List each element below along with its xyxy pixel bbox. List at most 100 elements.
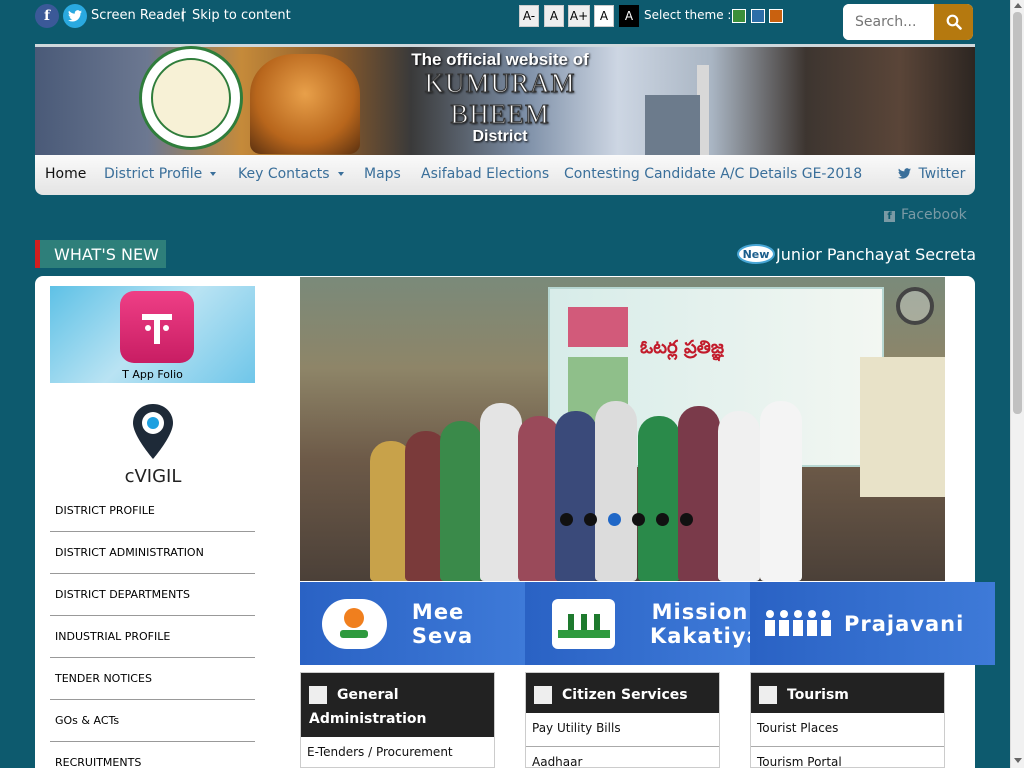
font-normal-button[interactable]: A — [544, 5, 564, 27]
nav-twitter-label: Twitter — [918, 166, 966, 182]
people-group — [360, 397, 880, 581]
mee-seva-logo-icon — [322, 598, 387, 649]
card-header: Citizen Services — [526, 673, 719, 713]
tile-mission-kakatiya-label: Mission Kakatiya — [650, 599, 762, 648]
screen-reader-link[interactable]: Screen Reader — [91, 8, 186, 23]
card-citizen-services: Citizen Services Pay Utility Bills Aadha… — [525, 672, 720, 768]
card-title: Tourism — [787, 687, 849, 703]
card-tourism: Tourism Tourist Places Tourism Portal — [750, 672, 945, 768]
banner-title: The official website of KUMURAM BHEEM Di… — [375, 50, 625, 146]
card-title: Citizen Services — [562, 687, 688, 703]
search-button[interactable] — [934, 4, 973, 40]
tiger-image — [250, 54, 360, 154]
nav-facebook[interactable]: f Facebook — [884, 207, 967, 223]
image-slider[interactable]: ఓటర్ల ప్రతిజ్ఞ — [300, 277, 945, 581]
facebook-icon[interactable]: f — [35, 4, 59, 28]
slider-dot[interactable] — [680, 513, 693, 526]
top-bar: f Screen Reader | Skip to content A- A A… — [0, 0, 1010, 44]
slider-dot[interactable] — [560, 513, 573, 526]
nav-district-profile[interactable]: District Profile — [104, 166, 217, 182]
caret-down-icon — [210, 172, 217, 176]
card-general-administration: General Administration E-Tenders / Procu… — [300, 672, 495, 768]
twitter-icon[interactable] — [63, 4, 87, 28]
nav-home[interactable]: Home — [45, 166, 86, 182]
service-tiles: Mee Seva Mission Kakatiya Prajavani — [300, 582, 995, 665]
people-chain-icon — [762, 604, 834, 644]
nav-facebook-label: Facebook — [901, 207, 967, 223]
tile-mee-seva[interactable]: Mee Seva — [300, 582, 525, 665]
sidebar-item-gos-acts[interactable]: GOs & ACTs — [50, 700, 255, 742]
header-banner: The official website of KUMURAM BHEEM Di… — [35, 44, 975, 155]
scrollbar-thumb[interactable] — [1013, 12, 1022, 414]
font-decrease-button[interactable]: A- — [519, 5, 539, 27]
card-link-pay-utility-bills[interactable]: Pay Utility Bills — [526, 713, 719, 747]
sidebar-item-district-profile[interactable]: DISTRICT PROFILE — [50, 490, 255, 532]
search-input[interactable] — [843, 4, 935, 40]
nav-key-contacts-label: Key Contacts — [238, 166, 330, 182]
slider-dots — [560, 513, 693, 526]
tourism-icon — [759, 686, 777, 704]
nav-key-contacts[interactable]: Key Contacts — [238, 166, 344, 182]
banner-stripe — [35, 44, 975, 47]
nav-asifabad-elections[interactable]: Asifabad Elections — [421, 166, 549, 182]
new-badge-icon: New — [737, 244, 775, 264]
nav-twitter[interactable]: Twitter — [898, 166, 965, 182]
twitter-icon — [898, 168, 911, 179]
caret-down-icon — [337, 172, 344, 176]
location-pin-icon — [133, 404, 173, 459]
sidebar-item-district-departments[interactable]: DISTRICT DEPARTMENTS — [50, 574, 255, 616]
search-box — [843, 4, 973, 40]
slider-dot[interactable] — [632, 513, 645, 526]
tile-prajavani[interactable]: Prajavani — [750, 582, 995, 665]
theme-label: Select theme : — [644, 8, 732, 22]
card-link-tourism-portal[interactable]: Tourism Portal — [751, 747, 944, 768]
tools-icon — [534, 686, 552, 704]
whats-new-title: WHAT'S NEW — [35, 240, 166, 268]
nav-contesting-candidate[interactable]: Contesting Candidate A/C Details GE-2018 — [564, 166, 862, 182]
card-link-tourist-places[interactable]: Tourist Places — [751, 713, 944, 747]
facebook-icon: f — [884, 211, 895, 222]
theme-orange-swatch[interactable] — [769, 9, 783, 23]
contrast-light-button[interactable]: A — [594, 5, 614, 27]
banner-line-1: The official website of — [411, 50, 589, 69]
separator: | — [181, 7, 186, 22]
font-increase-button[interactable]: A+ — [568, 5, 590, 27]
sidebar-item-industrial-profile[interactable]: INDUSTRIAL PROFILE — [50, 616, 255, 658]
page-scrollbar[interactable] — [1010, 0, 1024, 768]
mission-kakatiya-logo-icon — [552, 598, 615, 649]
power-plant — [645, 95, 700, 155]
cvigil-banner[interactable]: cVIGIL — [110, 400, 196, 490]
nav-maps[interactable]: Maps — [364, 166, 401, 182]
slider-dot[interactable] — [584, 513, 597, 526]
officer-icon — [309, 686, 327, 704]
pause-icon[interactable] — [896, 287, 934, 325]
theme-green-swatch[interactable] — [732, 9, 746, 23]
banner-line-2: KUMURAM BHEEM — [424, 68, 576, 130]
scroll-down-icon[interactable] — [1014, 758, 1022, 763]
slide-heading: ఓటర్ల ప్రతిజ్ఞ — [640, 337, 725, 358]
card-link-aadhaar[interactable]: Aadhaar — [526, 747, 719, 768]
tapp-folio-banner[interactable]: T App Folio — [50, 286, 255, 383]
scroll-up-icon[interactable] — [1014, 3, 1022, 8]
tapp-folio-caption: T App Folio — [122, 368, 183, 381]
banner-line-3: District — [472, 128, 528, 145]
tile-mee-seva-label: Mee Seva — [411, 599, 474, 648]
skip-to-content-link[interactable]: Skip to content — [192, 8, 291, 23]
sidebar-item-recruitments[interactable]: RECRUITMENTS — [50, 742, 255, 768]
card-link-e-tenders[interactable]: E-Tenders / Procurement — [301, 737, 494, 768]
poster-image — [568, 307, 628, 347]
news-ticker[interactable]: Junior Panchayat Secretari — [776, 245, 975, 267]
sidebar-item-district-administration[interactable]: DISTRICT ADMINISTRATION — [50, 532, 255, 574]
slider-dot[interactable] — [656, 513, 669, 526]
tile-mission-kakatiya[interactable]: Mission Kakatiya — [525, 582, 762, 665]
sidebar-menu: DISTRICT PROFILE DISTRICT ADMINISTRATION… — [50, 490, 255, 768]
tile-prajavani-label: Prajavani — [844, 611, 965, 636]
sidebar-item-tender-notices[interactable]: TENDER NOTICES — [50, 658, 255, 700]
telangana-seal[interactable] — [139, 46, 243, 150]
contrast-dark-button[interactable]: A — [619, 5, 639, 27]
search-icon — [946, 14, 962, 30]
card-header: General Administration — [301, 673, 494, 737]
slider-dot-active[interactable] — [608, 513, 621, 526]
main-nav: Home District Profile Key Contacts Maps … — [35, 155, 975, 195]
theme-blue-swatch[interactable] — [751, 9, 765, 23]
